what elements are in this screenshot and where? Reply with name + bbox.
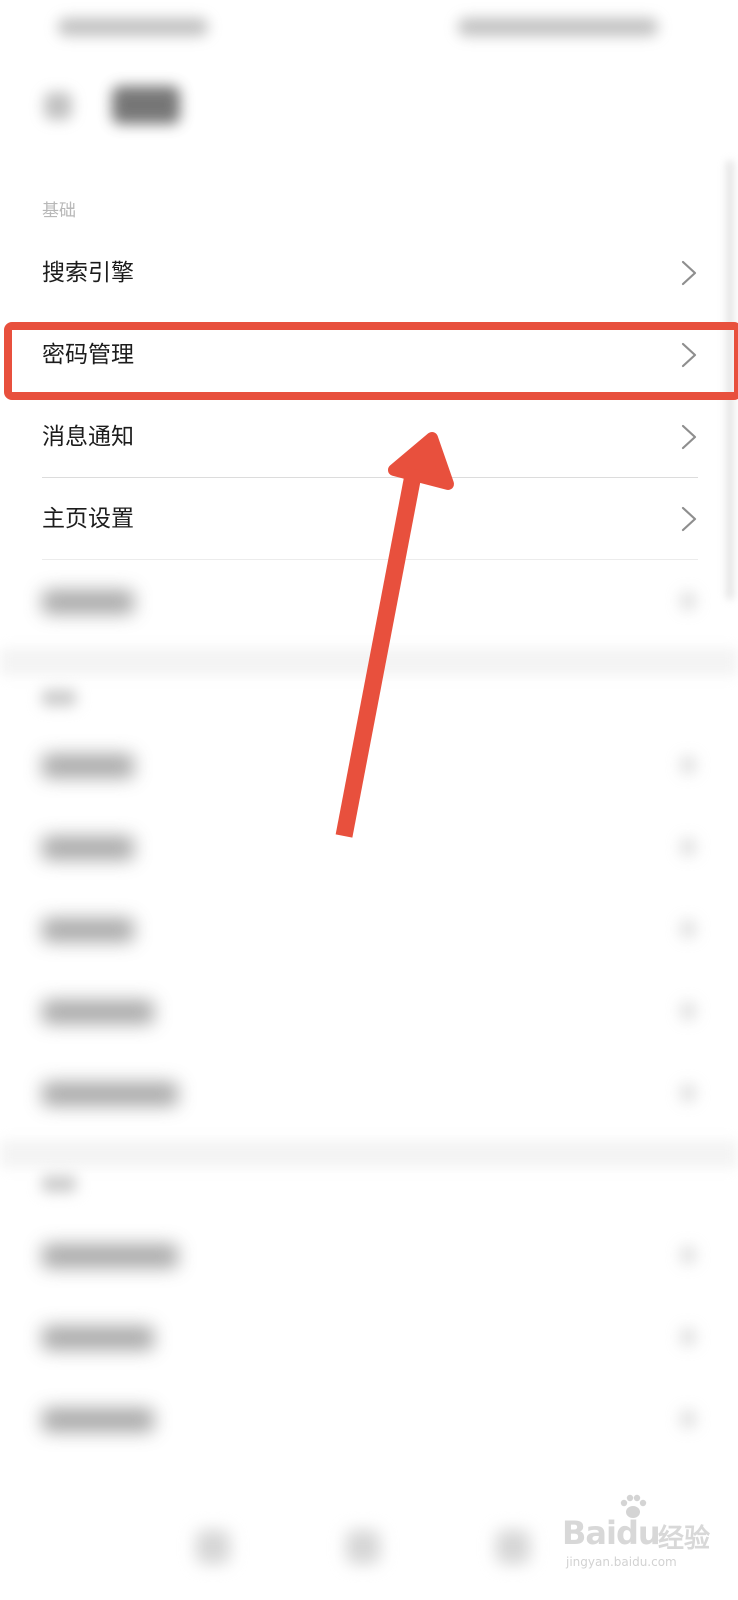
watermark-cn: 经验: [658, 1524, 711, 1554]
watermark-logo: Baidu 经验 jingyan.baidu.com: [548, 1492, 723, 1572]
annotation-arrow: [335, 432, 454, 838]
watermark-url: jingyan.baidu.com: [566, 1555, 677, 1569]
watermark-brand: Baidu: [562, 1514, 661, 1552]
